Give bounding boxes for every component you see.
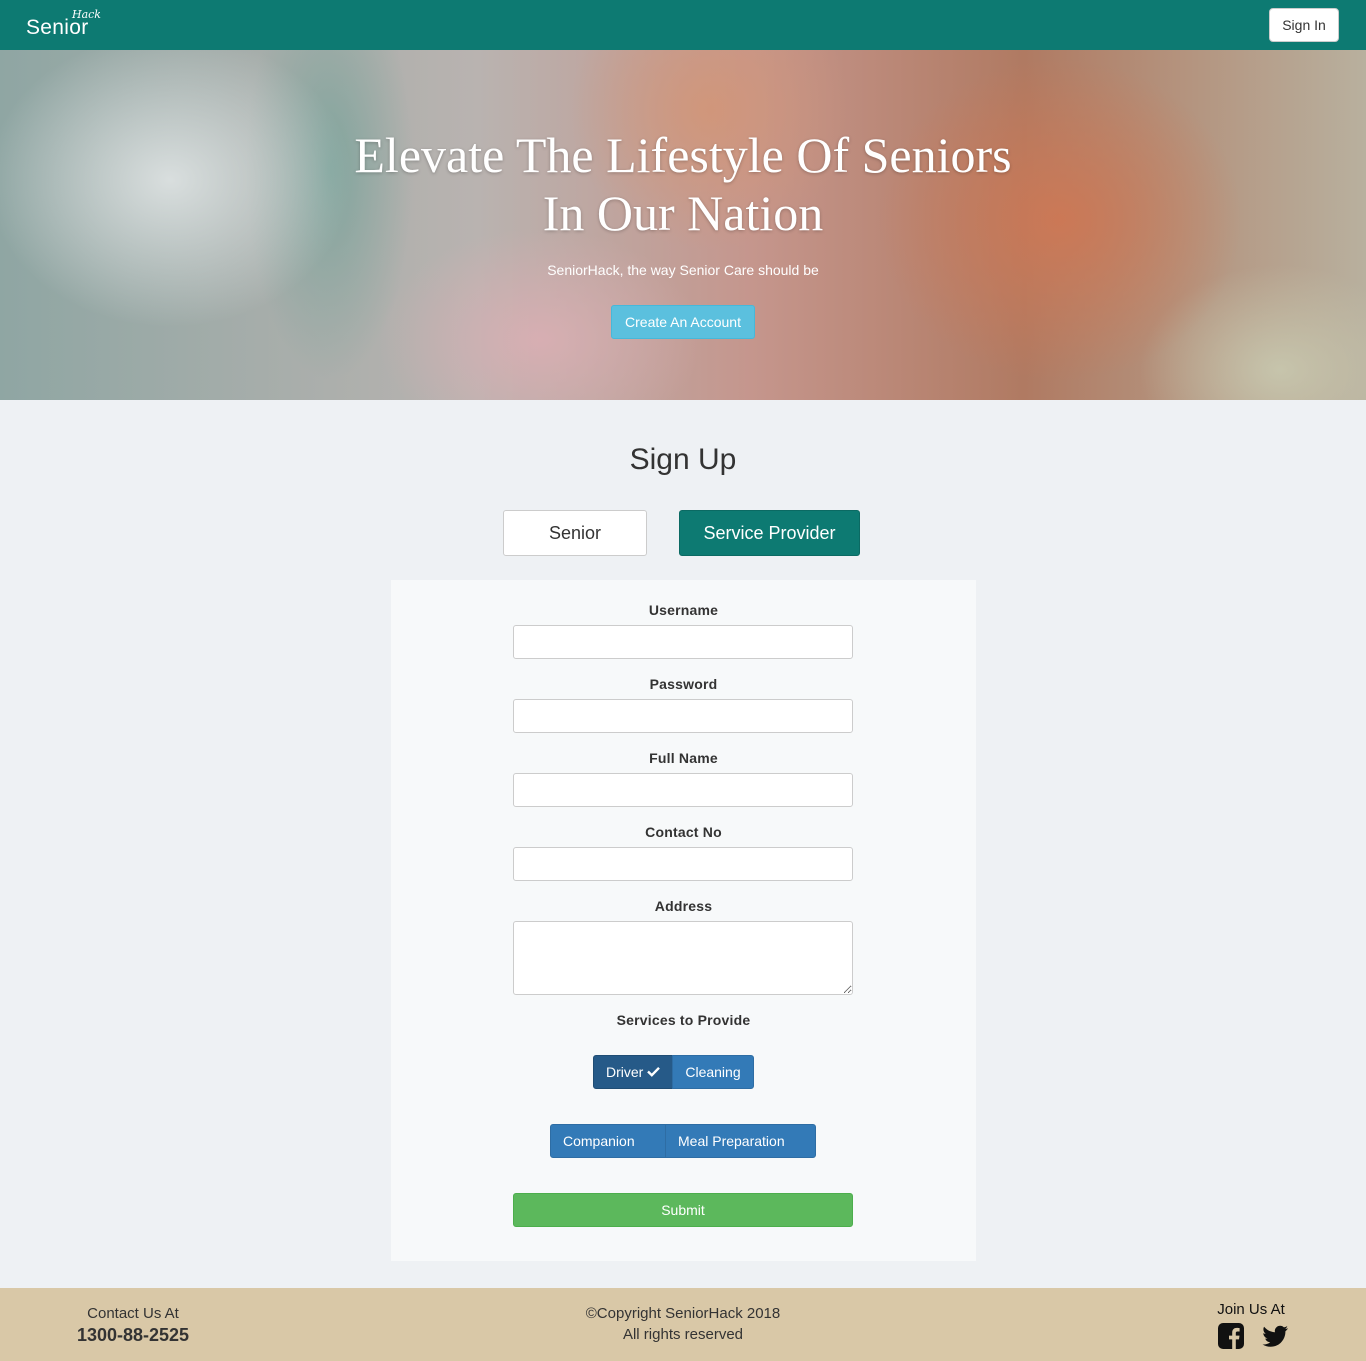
service-cleaning-toggle[interactable]: Cleaning [672,1055,754,1089]
full-name-input[interactable] [513,773,853,807]
twitter-icon[interactable] [1261,1322,1289,1350]
service-provider-type-button[interactable]: Service Provider [679,510,860,556]
service-meal-preparation-toggle[interactable]: Meal Preparation [665,1124,816,1158]
contact-no-input[interactable] [513,847,853,881]
senior-type-button[interactable]: Senior [503,510,647,556]
service-driver-label: Driver [606,1064,644,1080]
contact-label: Contact Us At [87,1305,179,1322]
top-navbar: Senior Hack Sign In [0,0,1366,50]
facebook-icon[interactable] [1217,1322,1245,1350]
username-input[interactable] [513,625,853,659]
service-driver-toggle[interactable]: Driver [593,1055,674,1089]
rights-text: All rights reserved [622,1326,744,1343]
brand-logo[interactable]: Senior Hack [26,8,106,42]
signup-title: Sign Up [629,443,737,476]
address-label: Address [654,898,713,914]
submit-button[interactable]: Submit [513,1193,853,1227]
hero-title: Elevate The Lifestyle Of Seniors In Our … [354,127,1012,241]
join-label: Join Us At [1217,1301,1285,1318]
copyright-text: ©Copyright SeniorHack 2018 [585,1305,781,1322]
hero-banner: Elevate The Lifestyle Of Seniors In Our … [0,50,1366,400]
contact-no-label: Contact No [645,824,722,840]
services-group-1: Driver Cleaning [593,1055,754,1089]
hero-subtitle: SeniorHack, the way Senior Care should b… [547,262,819,278]
username-label: Username [648,602,719,618]
address-textarea[interactable] [513,921,853,995]
check-icon [647,1057,661,1089]
page-footer: Contact Us At 1300-88-2525 ©Copyright Se… [0,1288,1366,1361]
create-account-button[interactable]: Create An Account [611,305,755,339]
service-companion-toggle[interactable]: Companion [550,1124,666,1158]
signup-form: Username Password Full Name Contact No A… [391,580,976,1261]
password-input[interactable] [513,699,853,733]
services-group-2: Companion Meal Preparation [550,1124,816,1158]
password-label: Password [649,676,718,692]
brand-logo-sup: Hack [72,8,101,21]
full-name-label: Full Name [649,750,718,766]
sign-in-button[interactable]: Sign In [1269,8,1339,42]
services-label: Services to Provide [616,1012,751,1028]
contact-phone: 1300-88-2525 [76,1325,190,1345]
